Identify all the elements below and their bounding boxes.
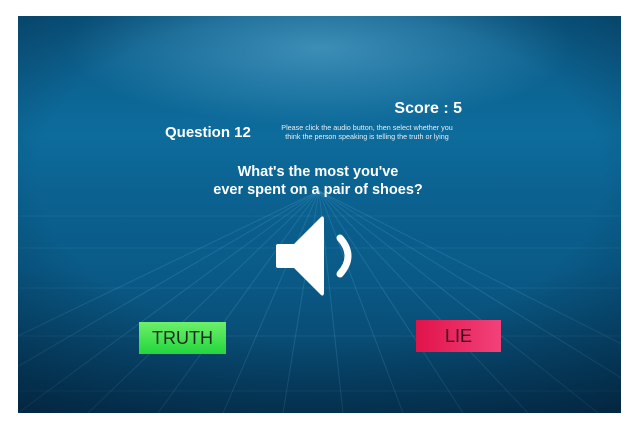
instructions-text: Please click the audio button, then sele… xyxy=(264,123,470,141)
prompt-line-2: ever spent on a pair of shoes? xyxy=(213,182,423,198)
game-stage: Score : 5 Question 12 Please click the a… xyxy=(18,16,621,413)
score-label: Score : 5 xyxy=(394,100,462,117)
audio-play-button[interactable] xyxy=(276,214,358,298)
lie-button[interactable]: LIE xyxy=(416,320,501,352)
question-prompt: What's the most you've ever spent on a p… xyxy=(158,163,478,199)
question-number: Question 12 xyxy=(165,124,251,141)
instructions-line-1: Please click the audio button, then sele… xyxy=(281,123,453,132)
prompt-line-1: What's the most you've xyxy=(237,164,399,180)
speaker-icon xyxy=(276,216,352,296)
instructions-line-2: think the person speaking is telling the… xyxy=(285,132,449,141)
truth-button[interactable]: TRUTH xyxy=(139,322,226,354)
